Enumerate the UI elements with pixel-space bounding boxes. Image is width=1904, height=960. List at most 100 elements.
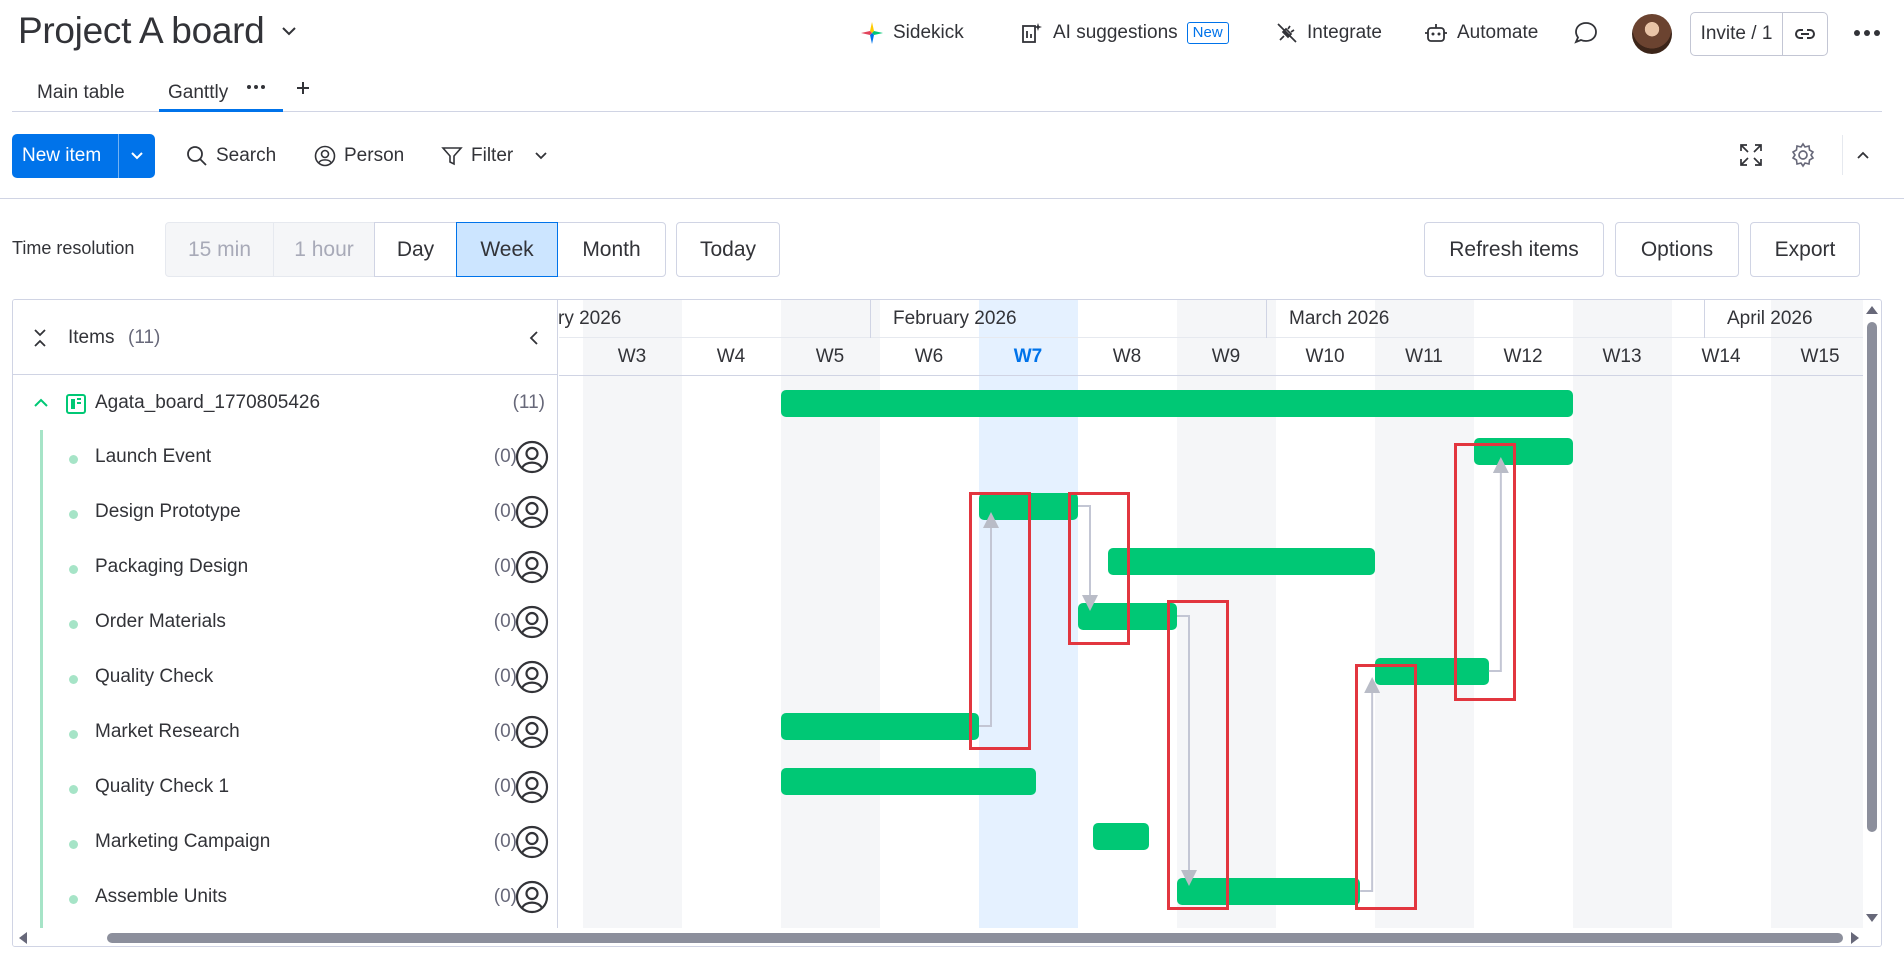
item-subitem-count: (0): [493, 721, 517, 742]
row-status-dot: [69, 510, 78, 519]
tab-main-table[interactable]: Main table: [37, 73, 125, 113]
person-label: Person: [344, 145, 405, 166]
item-subitem-count: (0): [493, 501, 517, 522]
collapse-all-icon[interactable]: [31, 328, 49, 348]
automate-label: Automate: [1457, 22, 1539, 43]
highlight-box: [1355, 664, 1418, 910]
row-status-dot: [69, 455, 78, 464]
settings-gear-icon[interactable]: [1790, 142, 1816, 168]
person-avatar-icon[interactable]: [515, 880, 549, 914]
item-name[interactable]: Quality Check 1: [95, 776, 229, 798]
highlight-box: [1068, 492, 1131, 645]
group-collapse-icon[interactable]: [33, 396, 49, 410]
person-avatar-icon[interactable]: [515, 550, 549, 584]
highlight-box: [969, 492, 1032, 750]
filter-icon: [441, 147, 463, 166]
new-item-dropdown[interactable]: [119, 134, 155, 178]
person-filter-button[interactable]: Person: [314, 140, 404, 172]
highlight-box: [1454, 443, 1517, 701]
person-avatar-icon[interactable]: [515, 440, 549, 474]
item-name[interactable]: Design Prototype: [95, 501, 241, 523]
sidekick-sparkle-icon: [861, 22, 883, 44]
new-item-group: New item: [12, 134, 155, 178]
group-color-line: [40, 430, 43, 930]
filter-button[interactable]: Filter: [441, 140, 549, 172]
chevron-down-icon: [131, 152, 143, 160]
item-subitem-count: (0): [493, 666, 517, 687]
invite-button[interactable]: Invite / 1: [1691, 13, 1783, 55]
person-avatar-icon[interactable]: [515, 495, 549, 529]
resolution-day[interactable]: Day: [374, 222, 457, 277]
board-icon: [66, 394, 86, 414]
scroll-up-arrow-icon[interactable]: [1865, 304, 1879, 316]
integrate-button[interactable]: Integrate: [1276, 18, 1382, 48]
item-name[interactable]: Launch Event: [95, 446, 211, 468]
plug-icon: [1277, 23, 1297, 43]
horizontal-scrollbar[interactable]: [13, 928, 1881, 946]
person-avatar-icon[interactable]: [515, 715, 549, 749]
resolution-15min: 15 min: [165, 222, 274, 277]
item-name[interactable]: Assemble Units: [95, 886, 227, 908]
person-avatar-icon[interactable]: [515, 770, 549, 804]
tab-options-icon[interactable]: [246, 83, 266, 91]
row-status-dot: [69, 730, 78, 739]
item-subitem-count: (0): [493, 446, 517, 467]
item-subitem-count: (0): [493, 611, 517, 632]
vertical-scroll-thumb[interactable]: [1867, 322, 1877, 832]
integrate-label: Integrate: [1307, 22, 1382, 43]
item-subitem-count: (0): [493, 556, 517, 577]
more-options-icon[interactable]: [1850, 18, 1884, 48]
row-status-dot: [69, 675, 78, 684]
toolbar-separator: [1842, 135, 1843, 175]
add-view-icon[interactable]: [294, 79, 312, 97]
automate-button[interactable]: Automate: [1424, 18, 1538, 48]
chevron-down-icon[interactable]: [533, 148, 549, 164]
tab-ganttly[interactable]: Ganttly: [168, 73, 228, 113]
toolbar-divider: [0, 198, 1904, 199]
sidekick-label: Sidekick: [893, 22, 964, 43]
invite-group: Invite / 1: [1690, 12, 1828, 56]
options-button[interactable]: Options: [1615, 222, 1739, 277]
new-item-button[interactable]: New item: [12, 134, 119, 178]
collapse-up-icon[interactable]: [1855, 147, 1871, 163]
item-name[interactable]: Quality Check: [95, 666, 213, 688]
person-avatar-icon[interactable]: [515, 660, 549, 694]
item-name[interactable]: Market Research: [95, 721, 240, 743]
refresh-items-button[interactable]: Refresh items: [1424, 222, 1604, 277]
scroll-left-arrow-icon[interactable]: [17, 931, 29, 945]
resolution-month[interactable]: Month: [557, 222, 666, 277]
avatar[interactable]: [1632, 14, 1672, 54]
chevron-down-icon[interactable]: [280, 22, 298, 40]
new-badge: New: [1186, 22, 1229, 44]
item-subitem-count: (0): [493, 886, 517, 907]
timeline: ry 2026 February 2026 March 2026 April 2026…: [559, 300, 1863, 930]
person-avatar-icon[interactable]: [515, 825, 549, 859]
horizontal-scroll-thumb[interactable]: [107, 933, 1843, 943]
scroll-down-arrow-icon[interactable]: [1865, 912, 1879, 924]
link-icon: [1794, 29, 1816, 39]
item-name[interactable]: Order Materials: [95, 611, 226, 633]
sidekick-button[interactable]: Sidekick: [860, 18, 964, 48]
ai-suggestions-button[interactable]: AI suggestions New: [1020, 18, 1229, 48]
item-name[interactable]: Marketing Campaign: [95, 831, 270, 853]
row-status-dot: [69, 565, 78, 574]
copy-link-button[interactable]: [1783, 13, 1827, 55]
items-header: Items (11): [13, 300, 558, 375]
fullscreen-icon[interactable]: [1738, 142, 1764, 168]
group-name[interactable]: Agata_board_1770805426: [95, 392, 320, 414]
search-button[interactable]: Search: [186, 140, 276, 172]
collapse-panel-icon[interactable]: [527, 330, 541, 346]
board-title[interactable]: Project A board: [18, 10, 265, 52]
item-name[interactable]: Packaging Design: [95, 556, 248, 578]
scroll-right-arrow-icon[interactable]: [1849, 931, 1861, 945]
chat-bubble-icon[interactable]: [1573, 20, 1599, 46]
export-button[interactable]: Export: [1750, 222, 1860, 277]
person-avatar-icon[interactable]: [515, 605, 549, 639]
ai-suggestions-icon: [1022, 23, 1042, 43]
vertical-scrollbar[interactable]: [1863, 300, 1881, 930]
time-resolution-segmented: 15 min 1 hour Day Week Month: [165, 222, 666, 277]
today-button[interactable]: Today: [676, 222, 780, 277]
row-status-dot: [69, 620, 78, 629]
resolution-1hour: 1 hour: [273, 222, 375, 277]
resolution-week[interactable]: Week: [456, 222, 558, 277]
